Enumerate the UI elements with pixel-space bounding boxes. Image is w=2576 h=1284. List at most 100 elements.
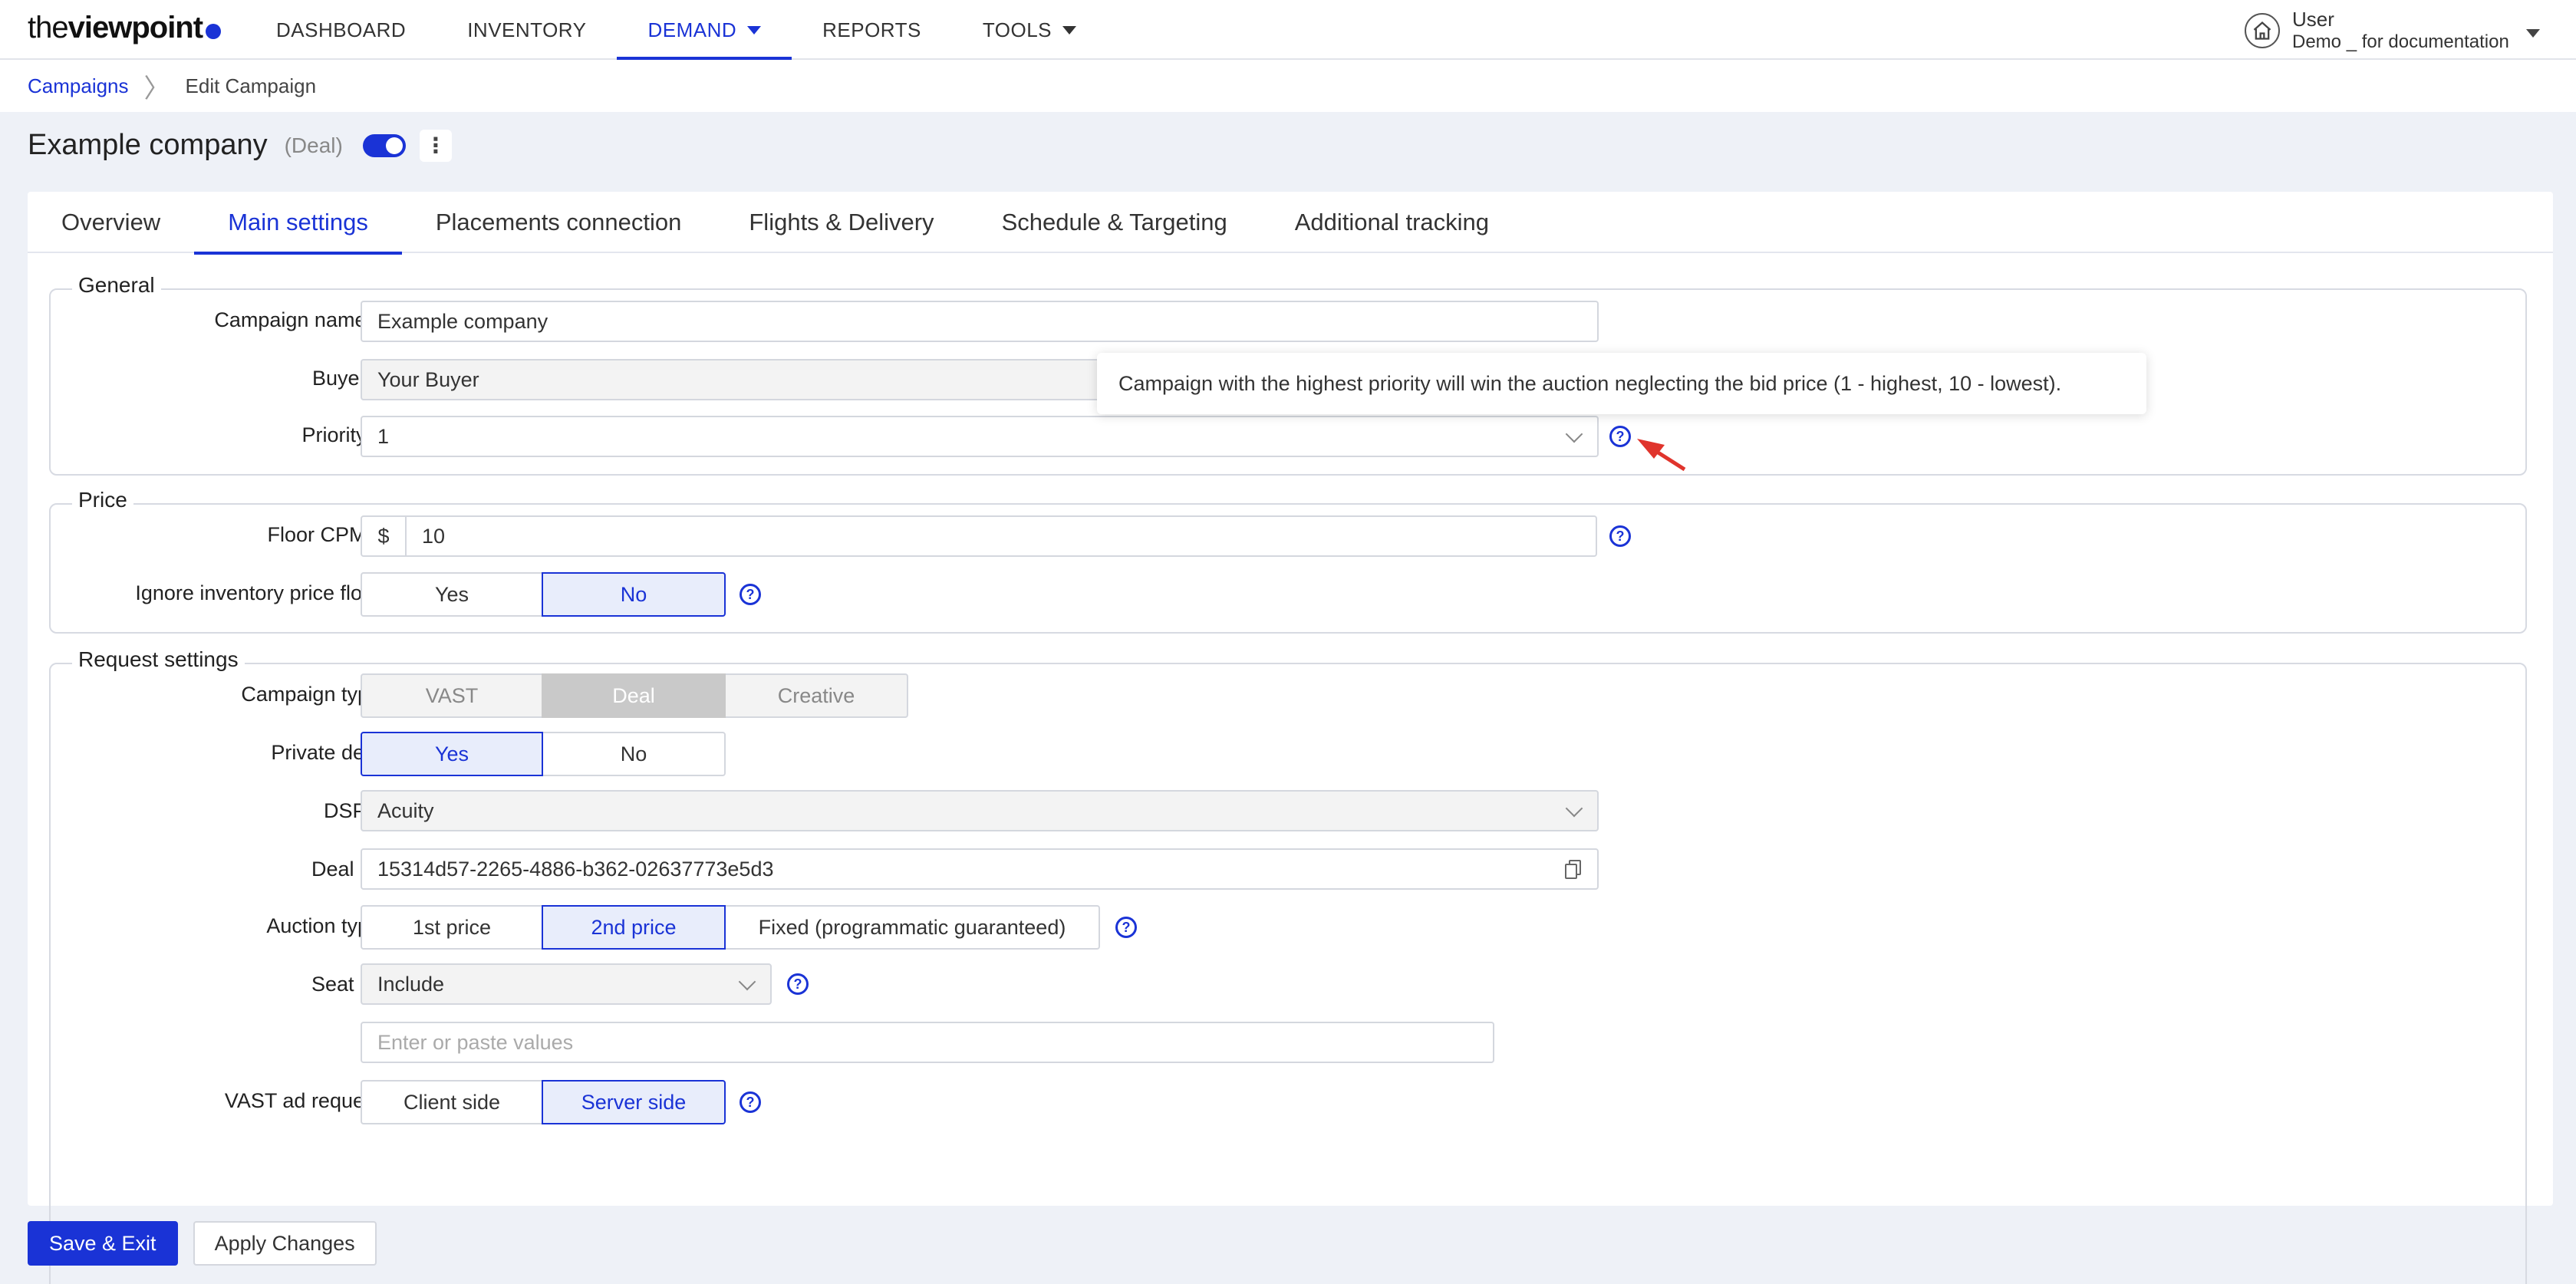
nav-tools[interactable]: TOOLS bbox=[952, 0, 1107, 60]
vast-request-help-icon[interactable]: ? bbox=[740, 1091, 761, 1113]
buyer-value: Your Buyer bbox=[377, 367, 479, 391]
campaign-type-label-text: Campaign type bbox=[241, 683, 380, 706]
floor-cpm-label-text: Floor CPM bbox=[267, 523, 367, 546]
first-price-label: 1st price bbox=[412, 915, 492, 939]
help-glyph: ? bbox=[746, 1094, 755, 1110]
auction-fixed[interactable]: Fixed (programmatic guaranteed) bbox=[724, 905, 1100, 950]
breadcrumb-current: Edit Campaign bbox=[185, 74, 317, 97]
tooltip-text: Campaign with the highest priority will … bbox=[1118, 371, 2062, 395]
save-exit-label: Save & Exit bbox=[49, 1231, 156, 1255]
seat-id-help-icon[interactable]: ? bbox=[787, 973, 809, 995]
private-deal-label: Private deal bbox=[58, 741, 380, 765]
tab-schedule-targeting[interactable]: Schedule & Targeting bbox=[968, 192, 1261, 253]
vast-server-side[interactable]: Server side bbox=[542, 1080, 726, 1124]
floor-cpm-input[interactable]: $10 bbox=[361, 515, 1597, 557]
ignore-floor-help-icon[interactable]: ? bbox=[740, 584, 761, 605]
ignore-floor-yes[interactable]: Yes bbox=[361, 572, 543, 617]
seat-id-value: Include bbox=[377, 972, 445, 996]
no-label: No bbox=[620, 582, 647, 606]
tab-placements-connection[interactable]: Placements connection bbox=[402, 192, 716, 253]
tab-flights-delivery[interactable]: Flights & Delivery bbox=[715, 192, 967, 253]
seat-id-select[interactable]: Include bbox=[361, 963, 772, 1005]
campaign-type-creative: Creative bbox=[724, 673, 908, 718]
main-card: Overview Main settings Placements connec… bbox=[28, 192, 2553, 1284]
logo-text-bold: viewpoint bbox=[68, 11, 203, 44]
request-settings-legend: Request settings bbox=[72, 647, 245, 672]
vast-request-toggle: Client side Server side bbox=[361, 1080, 726, 1124]
client-side-label: Client side bbox=[403, 1090, 501, 1114]
vast-request-label-text: VAST ad request bbox=[224, 1089, 380, 1112]
tab-flights-label: Flights & Delivery bbox=[749, 209, 934, 235]
apply-changes-label: Apply Changes bbox=[214, 1231, 355, 1255]
top-navbar: the viewpoint DASHBOARD INVENTORY DEMAND … bbox=[0, 0, 2576, 60]
campaign-type-label: Campaign type bbox=[58, 683, 380, 706]
vast-request-label: VAST ad request bbox=[58, 1089, 380, 1113]
priority-select[interactable]: 1 bbox=[361, 416, 1599, 457]
tab-placements-label: Placements connection bbox=[435, 209, 682, 235]
campaign-name-label: Campaign name* bbox=[58, 308, 380, 332]
nav-reports-label: REPORTS bbox=[822, 18, 921, 41]
private-deal-yes[interactable]: Yes bbox=[361, 732, 543, 776]
breadcrumb-campaigns-link[interactable]: Campaigns bbox=[28, 74, 129, 98]
copy-icon[interactable] bbox=[1565, 860, 1582, 880]
tab-main-settings[interactable]: Main settings bbox=[194, 192, 402, 255]
save-exit-button[interactable]: Save & Exit bbox=[28, 1221, 178, 1266]
tab-additional-tracking[interactable]: Additional tracking bbox=[1261, 192, 1523, 253]
deal-id-input[interactable]: 15314d57-2265-4886-b362-02637773e5d3 bbox=[361, 848, 1599, 890]
vast-label: VAST bbox=[425, 683, 479, 707]
ignore-floor-label: Ignore inventory price floor bbox=[58, 581, 380, 605]
priority-value: 1 bbox=[377, 424, 390, 448]
auction-type-help-icon[interactable]: ? bbox=[1115, 917, 1137, 938]
campaign-name-input[interactable]: Example company bbox=[361, 301, 1599, 342]
private-deal-no[interactable]: No bbox=[542, 732, 726, 776]
priority-help-icon[interactable]: ? bbox=[1609, 426, 1631, 447]
private-deal-toggle: Yes No bbox=[361, 732, 726, 776]
auction-1st-price[interactable]: 1st price bbox=[361, 905, 543, 950]
dsp-value: Acuity bbox=[377, 798, 434, 822]
nav-demand[interactable]: DEMAND bbox=[617, 0, 792, 60]
apply-changes-button[interactable]: Apply Changes bbox=[193, 1221, 377, 1266]
logo[interactable]: the viewpoint bbox=[28, 11, 222, 45]
auction-2nd-price[interactable]: 2nd price bbox=[542, 905, 726, 950]
help-glyph: ? bbox=[1122, 919, 1131, 935]
help-glyph: ? bbox=[746, 586, 755, 602]
buyer-label-text: Buyer bbox=[311, 367, 367, 390]
logo-text-light: the bbox=[28, 11, 69, 44]
fixed-label: Fixed (programmatic guaranteed) bbox=[758, 915, 1066, 939]
yes-label: Yes bbox=[434, 742, 469, 765]
nav-dashboard[interactable]: DASHBOARD bbox=[245, 0, 436, 60]
no-label: No bbox=[620, 742, 647, 765]
red-arrow-icon bbox=[1637, 439, 1686, 472]
more-options-icon[interactable]: ⋮ bbox=[419, 129, 452, 162]
home-icon bbox=[2245, 12, 2280, 48]
dsp-label: DSP* bbox=[58, 799, 380, 823]
campaign-type-deal: Deal bbox=[542, 673, 726, 718]
nav-dashboard-label: DASHBOARD bbox=[276, 18, 407, 41]
user-org: Demo _ for documentation bbox=[2292, 31, 2509, 52]
buyer-label: Buyer* bbox=[58, 367, 380, 390]
seat-id-label: Seat ID bbox=[58, 973, 380, 996]
deal-label: Deal bbox=[612, 683, 655, 707]
campaign-type-toggle: VAST Deal Creative bbox=[361, 673, 908, 718]
vast-client-side[interactable]: Client side bbox=[361, 1080, 543, 1124]
user-info: User Demo _ for documentation bbox=[2292, 8, 2509, 53]
deal-id-label: Deal ID bbox=[58, 858, 380, 881]
user-menu[interactable]: User Demo _ for documentation bbox=[2245, 8, 2540, 53]
floor-cpm-help-icon[interactable]: ? bbox=[1609, 525, 1631, 547]
tab-main-settings-label: Main settings bbox=[228, 209, 368, 235]
ignore-floor-toggle: Yes No bbox=[361, 572, 726, 617]
nav-reports[interactable]: REPORTS bbox=[792, 0, 952, 60]
priority-label-text: Priority bbox=[301, 423, 367, 446]
floor-cpm-label: Floor CPM* bbox=[58, 523, 380, 547]
tab-overview-label: Overview bbox=[61, 209, 161, 235]
floor-cpm-value: 10 bbox=[422, 524, 446, 548]
campaign-active-toggle[interactable] bbox=[362, 133, 406, 157]
auction-type-toggle: 1st price 2nd price Fixed (programmatic … bbox=[361, 905, 1100, 950]
dsp-select[interactable]: Acuity bbox=[361, 790, 1599, 831]
tab-overview[interactable]: Overview bbox=[28, 192, 194, 253]
ignore-floor-no[interactable]: No bbox=[542, 572, 726, 617]
user-name: User bbox=[2292, 8, 2334, 31]
seat-id-values-input[interactable]: Enter or paste values bbox=[361, 1022, 1494, 1063]
nav-inventory[interactable]: INVENTORY bbox=[436, 0, 617, 60]
chevron-down-icon bbox=[1565, 799, 1583, 818]
